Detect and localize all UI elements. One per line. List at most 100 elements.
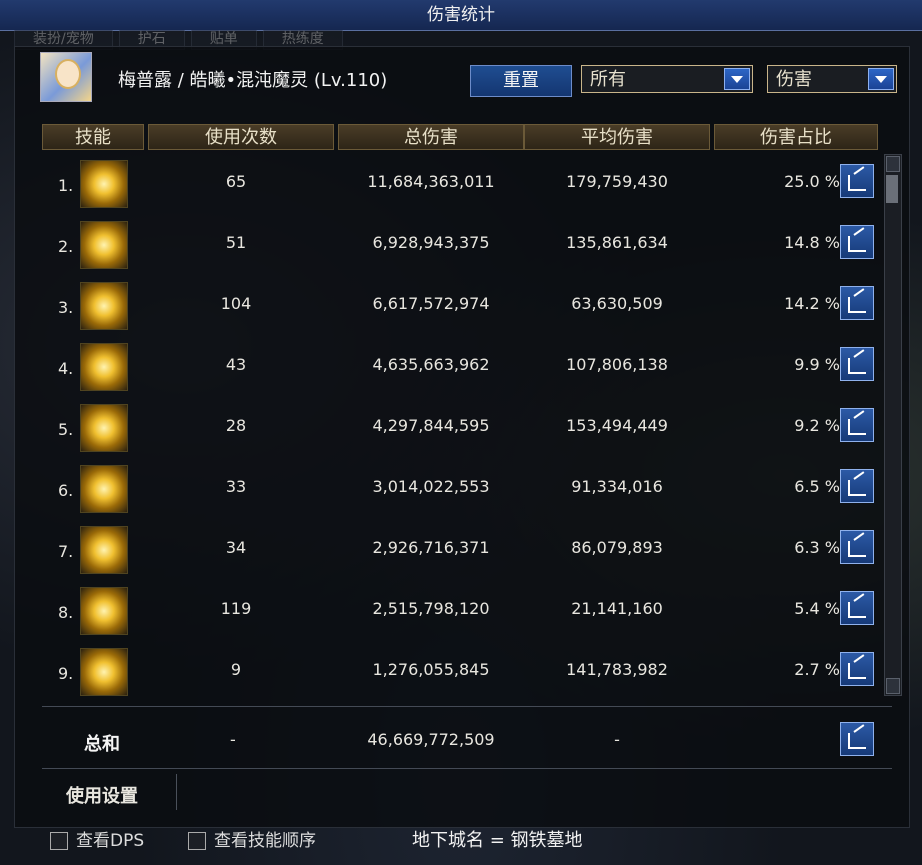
share-icon[interactable] xyxy=(840,164,874,198)
skill-icon xyxy=(80,343,128,391)
uses-value: 65 xyxy=(225,172,247,191)
col-pct[interactable]: 伤害占比 xyxy=(714,124,878,150)
row-index: 5. xyxy=(58,420,74,439)
totals-avg: - xyxy=(614,730,620,749)
share-icon[interactable] xyxy=(840,591,874,625)
total-damage-value: 4,297,844,595 xyxy=(372,416,490,435)
share-icon[interactable] xyxy=(840,225,874,259)
table-row: 7. 34 2,926,716,371 86,079,893 6.3 % xyxy=(42,522,878,580)
row-index: 2. xyxy=(58,237,74,256)
share-icon[interactable] xyxy=(840,652,874,686)
avg-damage-value: 135,861,634 xyxy=(566,233,668,252)
row-index: 8. xyxy=(58,603,74,622)
order-checkbox-row[interactable]: 查看技能顺序 xyxy=(188,826,316,851)
damage-share-value: 14.8 % xyxy=(784,233,840,252)
total-damage-value: 4,635,663,962 xyxy=(372,355,490,374)
window-titlebar[interactable]: 伤害统计 xyxy=(0,0,922,31)
settings-tab[interactable]: 使用设置 xyxy=(66,782,138,808)
col-uses[interactable]: 使用次数 xyxy=(148,124,334,150)
col-avg[interactable]: 平均伤害 xyxy=(524,124,710,150)
mode-select[interactable]: 伤害 xyxy=(767,65,897,93)
uses-value: 119 xyxy=(220,599,252,618)
skill-icon xyxy=(80,282,128,330)
filter-select[interactable]: 所有 xyxy=(581,65,753,93)
uses-value: 28 xyxy=(225,416,247,435)
damage-share-value: 25.0 % xyxy=(784,172,840,191)
uses-value: 43 xyxy=(225,355,247,374)
totals-uses: - xyxy=(230,730,236,749)
share-icon[interactable] xyxy=(840,469,874,503)
row-index: 1. xyxy=(58,176,74,195)
scroll-down-icon[interactable] xyxy=(886,678,900,694)
totals-label: 总和 xyxy=(84,734,120,755)
row-index: 6. xyxy=(58,481,74,500)
damage-share-value: 2.7 % xyxy=(794,660,840,679)
scroll-up-icon[interactable] xyxy=(886,156,900,172)
avg-damage-value: 107,806,138 xyxy=(566,355,668,374)
reset-button[interactable]: 重置 xyxy=(470,65,572,97)
dps-label: 查看DPS xyxy=(76,831,145,851)
damage-share-value: 5.4 % xyxy=(794,599,840,618)
damage-share-value: 14.2 % xyxy=(784,294,840,313)
dps-checkbox[interactable] xyxy=(50,832,68,850)
chevron-down-icon[interactable] xyxy=(724,68,750,90)
row-index: 7. xyxy=(58,542,74,561)
skill-icon xyxy=(80,404,128,452)
table-scrollbar[interactable] xyxy=(884,154,902,696)
row-index: 3. xyxy=(58,298,74,317)
damage-share-value: 6.3 % xyxy=(794,538,840,557)
skill-icon xyxy=(80,587,128,635)
dps-checkbox-row[interactable]: 查看DPS xyxy=(50,826,144,851)
table-row: 2. 51 6,928,943,375 135,861,634 14.8 % xyxy=(42,217,878,275)
avg-damage-value: 141,783,982 xyxy=(566,660,668,679)
scroll-thumb[interactable] xyxy=(886,175,898,203)
share-icon[interactable] xyxy=(840,722,874,756)
total-damage-value: 2,515,798,120 xyxy=(372,599,490,618)
uses-value: 51 xyxy=(225,233,247,252)
table-row: 5. 28 4,297,844,595 153,494,449 9.2 % xyxy=(42,400,878,458)
window-title: 伤害统计 xyxy=(427,5,495,25)
total-damage-value: 2,926,716,371 xyxy=(372,538,490,557)
row-index: 9. xyxy=(58,664,74,683)
share-icon[interactable] xyxy=(840,530,874,564)
table-row: 8. 119 2,515,798,120 21,141,160 5.4 % xyxy=(42,583,878,641)
table-row: 1. 65 11,684,363,011 179,759,430 25.0 % xyxy=(42,156,878,214)
chevron-down-icon[interactable] xyxy=(868,68,894,90)
mode-select-value: 伤害 xyxy=(776,69,812,90)
order-checkbox[interactable] xyxy=(188,832,206,850)
skill-icon xyxy=(80,526,128,574)
damage-share-value: 9.2 % xyxy=(794,416,840,435)
avg-damage-value: 63,630,509 xyxy=(571,294,663,313)
skill-icon xyxy=(80,221,128,269)
col-total[interactable]: 总伤害 xyxy=(338,124,524,150)
divider xyxy=(42,706,892,707)
dungeon-name: 地下城名 = 钢铁墓地 xyxy=(412,830,583,851)
share-icon[interactable] xyxy=(840,286,874,320)
uses-value: 104 xyxy=(220,294,252,313)
avg-damage-value: 86,079,893 xyxy=(571,538,663,557)
divider xyxy=(42,768,892,769)
table-row: 9. 9 1,276,055,845 141,783,982 2.7 % xyxy=(42,644,878,702)
avg-damage-value: 21,141,160 xyxy=(571,599,663,618)
table-row: 3. 104 6,617,572,974 63,630,509 14.2 % xyxy=(42,278,878,336)
share-icon[interactable] xyxy=(840,408,874,442)
avg-damage-value: 91,334,016 xyxy=(571,477,663,496)
row-index: 4. xyxy=(58,359,74,378)
table-header: 技能 使用次数 总伤害 平均伤害 伤害占比 xyxy=(42,124,878,152)
total-damage-value: 6,928,943,375 xyxy=(372,233,490,252)
damage-share-value: 6.5 % xyxy=(794,477,840,496)
avg-damage-value: 179,759,430 xyxy=(566,172,668,191)
character-name: 梅普露 / 皓曦•混沌魔灵 (Lv.110) xyxy=(118,70,388,91)
skill-icon xyxy=(80,465,128,513)
avg-damage-value: 153,494,449 xyxy=(566,416,668,435)
totals-damage: 46,669,772,509 xyxy=(367,730,495,749)
skill-icon xyxy=(80,648,128,696)
total-damage-value: 1,276,055,845 xyxy=(372,660,490,679)
damage-share-value: 9.9 % xyxy=(794,355,840,374)
share-icon[interactable] xyxy=(840,347,874,381)
total-damage-value: 6,617,572,974 xyxy=(372,294,490,313)
total-damage-value: 3,014,022,553 xyxy=(372,477,490,496)
col-skill[interactable]: 技能 xyxy=(42,124,144,150)
uses-value: 33 xyxy=(225,477,247,496)
table-row: 4. 43 4,635,663,962 107,806,138 9.9 % xyxy=(42,339,878,397)
